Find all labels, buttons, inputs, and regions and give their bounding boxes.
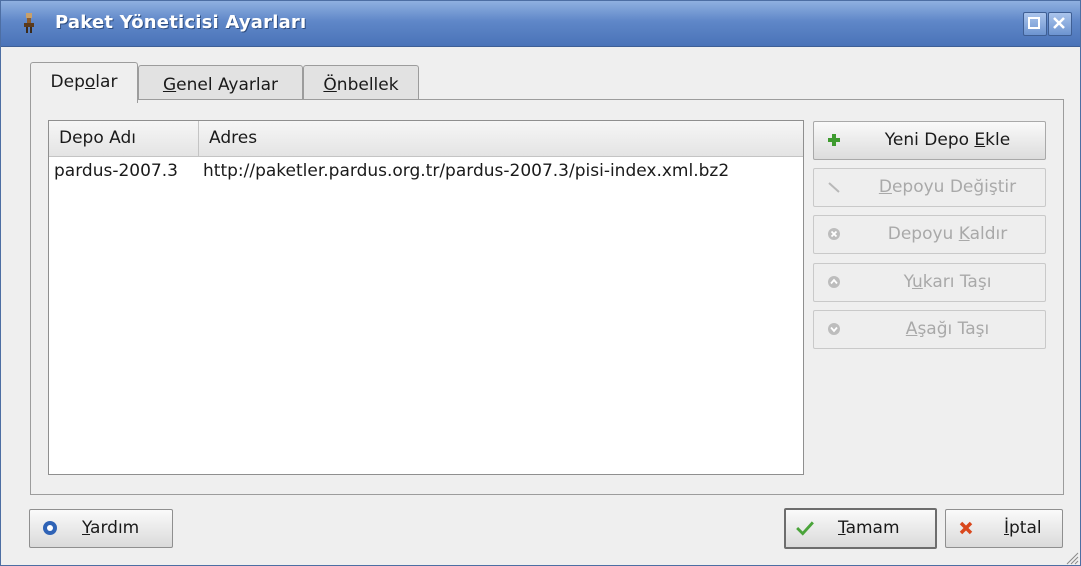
edit-repository-mnemonic: D xyxy=(878,177,892,197)
cancel-label: İptal xyxy=(1004,518,1042,538)
window-title: Paket Yöneticisi Ayarları xyxy=(55,12,307,33)
move-up-label-pre: Y xyxy=(903,272,912,292)
cancel-button[interactable]: İptal xyxy=(945,509,1063,548)
remove-repository-label-post: aldır xyxy=(969,224,1008,244)
move-down-button[interactable]: Aşağı Taşı xyxy=(813,310,1046,349)
help-icon xyxy=(43,521,57,535)
help-mnemonic: Y xyxy=(82,518,91,538)
maximize-icon xyxy=(1028,17,1040,29)
tab-genel-ayarlar[interactable]: Genel Ayarlar xyxy=(138,65,303,101)
close-icon xyxy=(1053,17,1065,29)
add-repository-label-post: kle xyxy=(985,130,1011,150)
add-repository-label-pre: Yeni Depo xyxy=(884,130,975,150)
move-up-label: Yukarı Taşı xyxy=(850,272,1045,292)
ok-label-post: amam xyxy=(845,518,900,538)
plus-icon xyxy=(828,134,840,146)
check-icon xyxy=(796,521,814,536)
repository-list[interactable]: Depo Adı Adres pardus-2007.3 http://pake… xyxy=(48,120,804,475)
column-header-address[interactable]: Adres xyxy=(199,121,803,156)
tab-depolar-label: Depolar xyxy=(31,72,137,92)
help-label-post: ardım xyxy=(90,518,140,538)
edit-repository-label: Depoyu Değiştir xyxy=(850,177,1045,197)
app-icon xyxy=(24,13,34,33)
close-button[interactable] xyxy=(1048,12,1072,36)
cancel-label-post: ptal xyxy=(1009,518,1042,538)
remove-repository-mnemonic: K xyxy=(958,224,970,244)
ok-label: Tamam xyxy=(838,518,900,538)
tab-depolar-label-pre: Dep xyxy=(50,72,85,92)
help-button[interactable]: Yardım xyxy=(29,509,173,548)
ok-button[interactable]: Tamam xyxy=(784,508,937,549)
ok-mnemonic: T xyxy=(838,518,846,538)
move-down-label: Aşağı Taşı xyxy=(850,319,1045,339)
tab-onbellek[interactable]: Önbellek xyxy=(303,65,419,101)
settings-window: Paket Yöneticisi Ayarları Depolar Genel … xyxy=(0,0,1081,566)
edit-repository-button[interactable]: Depoyu Değiştir xyxy=(813,168,1046,207)
add-repository-label: Yeni Depo Ekle xyxy=(850,130,1045,150)
maximize-button[interactable] xyxy=(1023,12,1047,36)
move-down-mnemonic: A xyxy=(905,319,918,339)
tab-depolar-mnemonic: o xyxy=(84,72,96,92)
list-header: Depo Adı Adres xyxy=(49,121,803,157)
remove-repository-label-pre: Depoyu xyxy=(887,224,959,244)
tab-genel-mnemonic: G xyxy=(162,75,177,95)
remove-repository-button[interactable]: Depoyu Kaldır xyxy=(813,215,1046,254)
arrow-down-icon xyxy=(828,323,840,335)
add-repository-button[interactable]: Yeni Depo Ekle xyxy=(813,121,1046,160)
cancel-icon xyxy=(959,521,973,535)
tab-genel-ayarlar-label: Genel Ayarlar xyxy=(139,75,302,95)
help-label: Yardım xyxy=(82,518,139,538)
remove-icon xyxy=(828,228,840,240)
edit-repository-label-post: epoyu Değiştir xyxy=(891,177,1017,197)
tab-depolar-label-post: lar xyxy=(95,72,118,92)
move-up-label-post: karı Taşı xyxy=(922,272,992,292)
move-up-mnemonic: u xyxy=(912,272,923,292)
move-up-button[interactable]: Yukarı Taşı xyxy=(813,263,1046,302)
tab-onbellek-mnemonic: Ö xyxy=(323,75,337,95)
arrow-up-icon xyxy=(828,276,840,288)
title-bar[interactable]: Paket Yöneticisi Ayarları xyxy=(1,1,1080,47)
resize-grip-icon[interactable] xyxy=(1063,549,1079,565)
move-down-label-post: şağı Taşı xyxy=(917,319,990,339)
column-header-name[interactable]: Depo Adı xyxy=(49,121,199,156)
tab-onbellek-label: Önbellek xyxy=(304,75,418,95)
repo-address-cell: http://paketler.pardus.org.tr/pardus-200… xyxy=(203,161,730,181)
tab-onbellek-label-post: nbellek xyxy=(336,75,399,95)
remove-repository-label: Depoyu Kaldır xyxy=(850,224,1045,244)
repo-name-cell: pardus-2007.3 xyxy=(54,161,178,181)
add-repository-mnemonic: E xyxy=(974,130,986,150)
tab-genel-label-post: enel Ayarlar xyxy=(176,75,279,95)
edit-icon xyxy=(828,182,840,193)
table-row[interactable]: pardus-2007.3 http://paketler.pardus.org… xyxy=(49,156,803,188)
tab-depolar[interactable]: Depolar xyxy=(30,62,138,103)
